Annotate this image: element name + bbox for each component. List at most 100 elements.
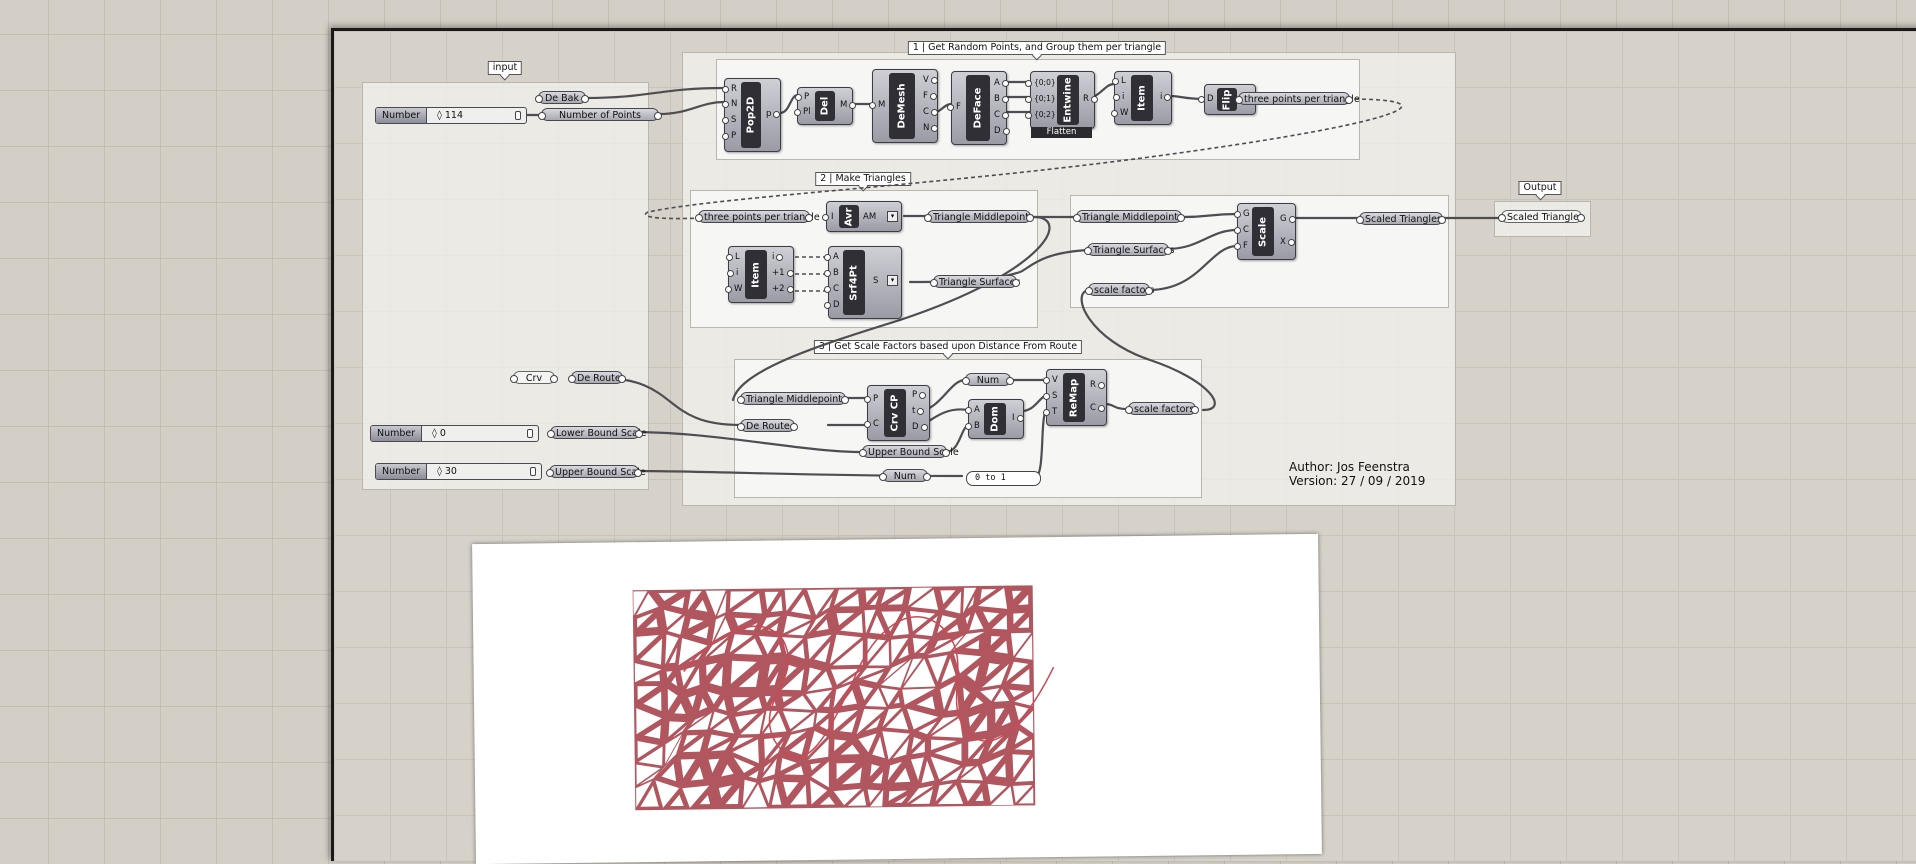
item1-in-i[interactable]: i: [1111, 92, 1124, 102]
remap-in-t[interactable]: T: [1042, 407, 1057, 417]
pop2d-in-r[interactable]: R: [722, 84, 737, 94]
deface-out-b[interactable]: B: [994, 94, 1009, 104]
demesh-in-m[interactable]: M: [868, 100, 885, 110]
param-crv[interactable]: Crv: [510, 371, 558, 384]
remap-component[interactable]: ReMap V S T R C: [1042, 369, 1107, 426]
item1-in-w[interactable]: W: [1110, 108, 1128, 118]
item2-component[interactable]: Item L i W i +1 +2: [724, 246, 794, 303]
pop2d-component[interactable]: Pop2D R N S P p: [721, 78, 782, 152]
scale-out-x[interactable]: X: [1280, 237, 1295, 247]
upper-slider-grip[interactable]: [530, 467, 536, 476]
param-triangle-surfaces-2[interactable]: Triangle Surfaces: [1084, 243, 1174, 256]
crvcp-out-p[interactable]: P: [912, 390, 927, 400]
deface-out-d[interactable]: D: [994, 126, 1009, 136]
dom-out-i[interactable]: I: [1012, 413, 1022, 423]
param-three-points-in[interactable]: three points per triangle: [695, 210, 820, 223]
param-num-b[interactable]: Num: [879, 469, 931, 482]
deface-component[interactable]: DeFace F A B C D: [947, 71, 1009, 145]
del-in-pl[interactable]: Pl: [794, 107, 811, 117]
srf4pt-in-b[interactable]: B: [824, 268, 839, 278]
pop2d-in-n[interactable]: N: [721, 99, 737, 109]
scale-in-g[interactable]: G: [1234, 209, 1250, 219]
deface-in-f[interactable]: F: [947, 102, 961, 112]
avr-out-am[interactable]: AM: [863, 212, 876, 222]
crvcp-out-t[interactable]: t: [912, 406, 926, 416]
item2-in-i[interactable]: i: [725, 268, 738, 278]
param-triangle-middlepoints-1[interactable]: Triangle Middlepoints: [924, 210, 1034, 223]
param-triangle-surfaces-1[interactable]: Triangle Surfaces: [930, 275, 1020, 288]
upper-slider[interactable]: Number ◊ 30: [375, 463, 542, 480]
param-scale-factors-out[interactable]: scale factors: [1125, 402, 1199, 415]
srf4pt-component[interactable]: Srf4Pt A B C D S ▾: [824, 246, 902, 319]
param-lower-bound[interactable]: Lower Bound Scale: [547, 426, 646, 439]
avr-in-i[interactable]: I: [823, 212, 834, 222]
dom-in-b[interactable]: B: [965, 421, 980, 431]
entwine-component[interactable]: Entwine {0;0} {0;1} {0;2} R: [1025, 71, 1098, 129]
remap-out-c[interactable]: C: [1090, 403, 1105, 413]
demesh-out-v[interactable]: V: [923, 75, 938, 85]
del-component[interactable]: Del P Pl M: [794, 87, 858, 125]
item1-in-l[interactable]: L: [1112, 76, 1126, 86]
points-slider-grip[interactable]: [515, 111, 521, 120]
entwine-in-00[interactable]: {0;0}: [1025, 78, 1056, 88]
crvcp-in-c[interactable]: C: [864, 419, 879, 429]
deface-out-a[interactable]: A: [994, 78, 1009, 88]
lower-slider-grip[interactable]: [527, 429, 533, 438]
param-upper-bound-3[interactable]: Upper Bound Scale: [859, 445, 959, 458]
crvcp-component[interactable]: Crv CP P C P t D: [863, 385, 930, 441]
param-number-of-points[interactable]: Number of Points: [538, 108, 662, 121]
item1-component[interactable]: Item L i W i: [1110, 71, 1174, 125]
item2-in-w[interactable]: W: [724, 284, 742, 294]
scale-component[interactable]: Scale G C F G X: [1234, 203, 1296, 260]
param-num-a[interactable]: Num: [962, 373, 1014, 386]
entwine-in-01[interactable]: {0;1}: [1025, 94, 1056, 104]
lower-slider[interactable]: Number ◊ 0: [370, 425, 539, 442]
param-triangle-middlepoints-3[interactable]: Triangle Middlepoints: [737, 392, 849, 405]
points-slider[interactable]: Number ◊ 114: [375, 107, 527, 124]
param-scale-factors-in[interactable]: scale factors: [1085, 283, 1154, 296]
param-scaled-triangles[interactable]: Scaled Triangles: [1356, 212, 1446, 225]
item1-out-i[interactable]: i: [1160, 92, 1174, 102]
remap-in-s[interactable]: S: [1042, 391, 1057, 401]
remap-out-r[interactable]: R: [1090, 380, 1105, 390]
srf4pt-in-d[interactable]: D: [824, 300, 840, 310]
item2-out-i[interactable]: i: [772, 252, 786, 262]
pop2d-out-p[interactable]: p: [766, 109, 782, 119]
param-de-route[interactable]: De Route: [568, 371, 626, 384]
scale-in-c[interactable]: C: [1234, 225, 1249, 235]
crvcp-out-d[interactable]: D: [912, 422, 927, 432]
srf4pt-in-a[interactable]: A: [824, 252, 839, 262]
pop2d-in-s[interactable]: S: [721, 115, 736, 125]
scale-in-f[interactable]: F: [1234, 241, 1248, 251]
flip-in-d[interactable]: D: [1198, 94, 1214, 104]
entwine-out-r[interactable]: R: [1083, 94, 1098, 104]
item2-in-l[interactable]: L: [726, 252, 740, 262]
param-de-bak[interactable]: De Bak: [535, 91, 589, 104]
entwine-in-02[interactable]: {0;2}: [1025, 110, 1056, 120]
param-upper-bound[interactable]: Upper Bound Scale: [546, 465, 646, 478]
pop2d-in-p[interactable]: P: [721, 131, 736, 141]
item2-out-1[interactable]: +1: [772, 268, 793, 278]
dom-component[interactable]: Dom A B I: [965, 399, 1024, 439]
deface-out-c[interactable]: C: [994, 110, 1009, 120]
scale-out-g[interactable]: G: [1280, 214, 1295, 224]
param-scaled-triangles-output[interactable]: Scaled Triangles: [1498, 210, 1585, 223]
del-in-p[interactable]: P: [794, 92, 809, 102]
demesh-name: DeMesh: [896, 83, 908, 129]
remap-in-v[interactable]: V: [1043, 375, 1058, 385]
param-triangle-middlepoints-2[interactable]: Triangle Middlepoints: [1073, 210, 1185, 223]
demesh-out-f[interactable]: F: [923, 91, 937, 101]
demesh-component[interactable]: DeMesh M V F C N: [868, 69, 940, 143]
item2-out-2[interactable]: +2: [772, 284, 793, 294]
demesh-out-n[interactable]: N: [923, 123, 940, 133]
avr-component[interactable]: Avr I AM ▾: [823, 201, 902, 232]
del-out-m[interactable]: M: [840, 100, 858, 110]
srf4pt-in-c[interactable]: C: [824, 284, 839, 294]
srf4pt-out-s[interactable]: S: [873, 276, 878, 286]
crvcp-in-p[interactable]: P: [863, 394, 878, 404]
domain-panel-0-to-1[interactable]: 0 to 1: [966, 471, 1041, 486]
demesh-out-c[interactable]: C: [923, 107, 938, 117]
dom-in-a[interactable]: A: [965, 405, 980, 415]
param-de-route-3[interactable]: De Route: [737, 419, 798, 432]
param-three-points-out[interactable]: three points per triangle: [1235, 92, 1360, 105]
